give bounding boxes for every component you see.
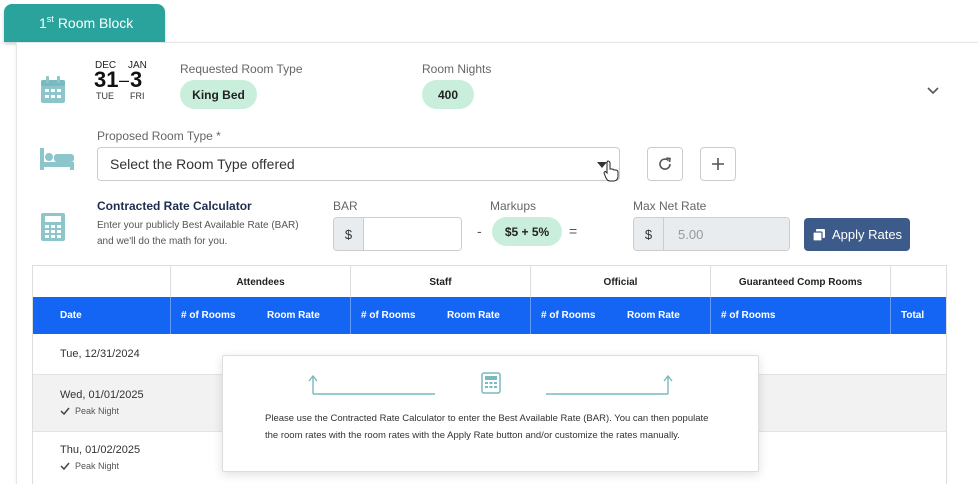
bar-input[interactable] [364,218,461,250]
plus-icon [712,158,724,170]
proposed-room-type-select[interactable]: Select the Room Type offered [97,147,620,181]
bed-icon [40,148,74,170]
group-header-row: Attendees Staff Official Guaranteed Comp… [33,265,948,298]
col-official-rate: Room Rate [627,310,680,321]
apply-rates-label: Apply Rates [831,227,903,242]
calculator-icon [481,372,501,394]
group-staff: Staff [350,266,530,298]
room-nights-label: Room Nights [422,62,492,76]
proposed-room-type-label: Proposed Room Type * [97,129,221,143]
row-date: Tue, 12/31/2024 [60,348,140,360]
column-header-row: Date # of Rooms Room Rate # of Rooms Roo… [33,297,946,334]
max-net-rate-input: 5.00 [664,218,789,250]
copy-icon [812,228,825,242]
select-value: Select the Room Type offered [110,156,295,172]
bar-label: BAR [333,199,358,213]
tab-label: Room Block [57,15,134,31]
tab-number: 1 [39,15,47,31]
bar-currency: $ [334,218,364,250]
minus-operator: - [477,223,482,239]
markups-badge: $5 + 5% [492,217,562,246]
check-icon [60,462,70,470]
max-net-rate-group: $ 5.00 [633,217,790,251]
end-day: 3 [130,67,143,92]
col-attendees-rate: Room Rate [267,310,320,321]
refresh-icon [659,157,671,170]
date-separator: – [119,70,130,90]
tab-ordinal: st [46,14,54,24]
max-net-rate-currency: $ [634,218,664,250]
chevron-down-icon[interactable] [925,82,941,98]
col-total: Total [901,310,925,321]
refresh-button[interactable] [647,147,683,181]
group-guaranteed-comp-rooms: Guaranteed Comp Rooms [710,266,890,298]
calculator-description: Enter your publicly Best Available Rate … [97,220,299,247]
date-range: DEC 31 TUE – JAN 3 FRI [93,60,153,102]
col-comp-rooms: # of Rooms [721,310,776,321]
calculator-icon [41,213,65,241]
col-official-rooms: # of Rooms [541,310,596,321]
check-icon [60,407,70,415]
requested-room-type-label: Requested Room Type [180,62,303,76]
peak-night-label: Peak Night [75,406,120,416]
apply-rates-button[interactable]: Apply Rates [804,218,910,251]
start-weekday: TUE [96,91,114,101]
peak-night-indicator: Peak Night [60,406,119,416]
markups-label: Markups [490,199,537,213]
requested-room-type-badge: King Bed [180,80,257,109]
peak-night-label: Peak Night [75,461,120,471]
col-attendees-rooms: # of Rooms [181,310,236,321]
col-staff-rate: Room Rate [447,310,500,321]
group-official: Official [530,266,710,298]
row-date: Wed, 01/01/2025 [60,389,144,401]
hand-cursor-icon [603,160,619,182]
col-staff-rooms: # of Rooms [361,310,416,321]
equals-operator: = [569,223,578,239]
row-date: Thu, 01/02/2025 [60,444,141,456]
calculator-title: Contracted Rate Calculator [97,199,252,213]
bar-input-group: $ [333,217,462,251]
add-room-type-button[interactable] [700,147,736,181]
group-total-spacer [890,266,948,298]
group-attendees: Attendees [170,266,350,298]
room-nights-badge: 400 [422,80,474,109]
start-day: 31 [94,67,119,92]
peak-night-indicator: Peak Night [60,461,119,471]
max-net-rate-label: Max Net Rate [633,199,707,213]
calendar-icon [41,76,65,103]
end-weekday: FRI [130,91,145,101]
hint-message: Please use the Contracted Rate Calculato… [265,413,709,441]
rate-calculator-hint-popup: Please use the Contracted Rate Calculato… [222,355,759,472]
col-date: Date [60,310,82,321]
room-block-tab[interactable]: 1st Room Block [4,4,165,42]
